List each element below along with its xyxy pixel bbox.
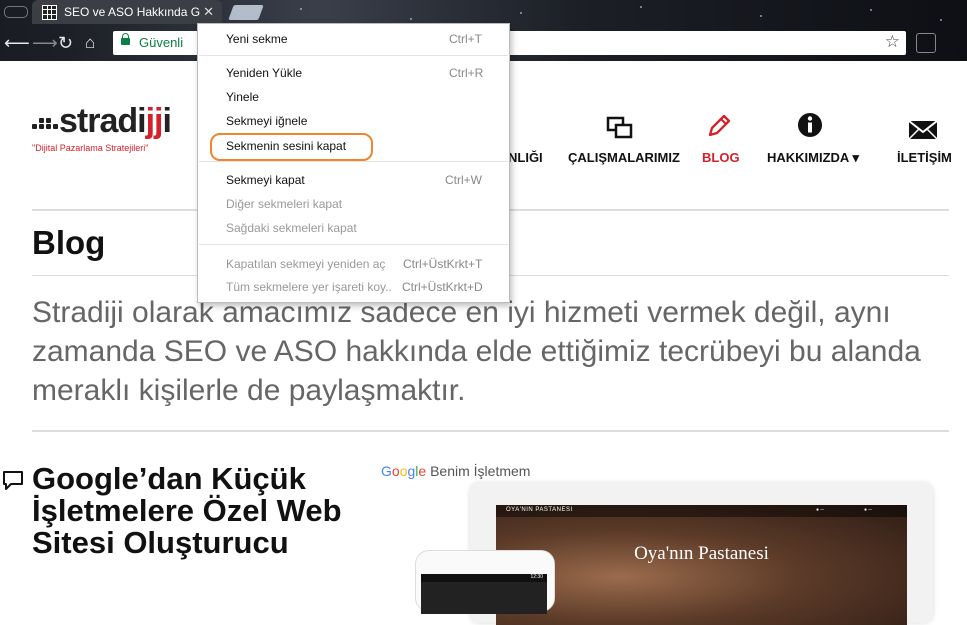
extension-icon[interactable] — [916, 33, 936, 53]
nav-item-about[interactable]: HAKKIMIZDA ▾ — [767, 150, 859, 166]
shortcut-label: Ctrl+ÜstKrkt+T — [403, 257, 483, 271]
menu-item-pin-tab[interactable]: Sekmeyi iğnele — [226, 114, 307, 128]
tab-context-menu: Yeni sekme Ctrl+T Yeniden Yükle Ctrl+R Y… — [197, 23, 510, 303]
mock-phone-time: 12:30 — [530, 574, 543, 580]
menu-separator — [199, 161, 508, 162]
tab-active[interactable]: SEO ve ASO Hakkında G ✕ — [32, 0, 222, 24]
menu-item-close-tab[interactable]: Sekmeyi kapat — [226, 173, 305, 187]
mock-title: Oya'nın Pastanesi — [634, 543, 769, 564]
mute-tab-highlight — [210, 133, 373, 161]
post-title-link[interactable]: Google’dan Küçük İşletmelere Özel Web Si… — [32, 463, 352, 559]
tab-title: SEO ve ASO Hakkında G — [64, 5, 201, 19]
logo-dots-icon — [32, 118, 60, 136]
nav-item-partial[interactable]: NLIĞI — [508, 150, 543, 165]
shortcut-label: Ctrl+T — [449, 32, 482, 46]
menu-separator — [199, 55, 508, 56]
reload-icon[interactable]: ↻ — [58, 33, 73, 53]
phone-mockup-image: 12:30 — [415, 550, 555, 614]
background-star — [640, 6, 642, 8]
intro-text: Stradiji olarak amacımız sadece en iyi h… — [32, 296, 921, 407]
background-star — [870, 9, 872, 11]
background-star — [300, 8, 302, 10]
menu-item-reload[interactable]: Yeniden Yükle — [226, 66, 302, 80]
screens-icon — [606, 116, 633, 139]
incognito-icon — [4, 6, 28, 18]
secure-label: Güvenli — [139, 35, 184, 50]
lock-icon — [121, 33, 130, 45]
back-arrow-icon[interactable]: ⟵ — [4, 33, 30, 53]
home-icon[interactable]: ⌂ — [85, 33, 95, 53]
comment-icon — [3, 471, 23, 490]
close-icon[interactable]: ✕ — [203, 4, 214, 20]
mock-brand: OYA'NIN PASTANESI — [506, 507, 573, 513]
image-caption: Google Benim İşletmem — [381, 463, 531, 479]
page-title: Blog — [32, 224, 106, 261]
logo-wordmark: stradijji — [59, 102, 172, 140]
shortcut-label: Ctrl+R — [449, 66, 484, 80]
nav-item-projects[interactable]: ÇALIŞMALARIMIZ — [568, 150, 680, 165]
menu-item-close-other-tabs[interactable]: Diğer sekmeleri kapat — [226, 197, 342, 211]
shortcut-label: Ctrl+ÜstKrkt+D — [402, 280, 483, 294]
menu-separator — [199, 244, 508, 245]
info-icon — [798, 113, 822, 137]
background-star — [940, 19, 942, 21]
divider — [32, 430, 949, 432]
menu-item-new-tab[interactable]: Yeni sekme — [226, 32, 288, 46]
menu-item-duplicate[interactable]: Yinele — [226, 90, 259, 104]
envelope-icon — [908, 120, 938, 140]
mock-phone-icon: ● ─ — [864, 507, 872, 513]
logo-tagline: "Dijital Pazarlama Stratejileri" — [32, 143, 149, 153]
background-star — [410, 18, 412, 20]
forward-arrow-icon[interactable]: ⟶ — [32, 33, 58, 53]
menu-item-reopen-closed-tab[interactable]: Kapatılan sekmeyi yeniden aç — [226, 257, 385, 271]
pencil-icon — [708, 114, 731, 137]
nav-item-blog[interactable]: BLOG — [702, 150, 740, 165]
menu-item-bookmark-all-tabs[interactable]: Tüm sekmelere yer işareti koy... — [226, 280, 391, 294]
laptop-screen: OYA'NIN PASTANESI ● ─ ● ─ Oya'nın Pastan… — [496, 505, 907, 625]
favicon-icon — [42, 4, 57, 20]
background-star — [520, 12, 522, 14]
background-star — [760, 15, 762, 17]
mock-nav-icon: ● ─ — [816, 507, 824, 513]
menu-item-close-tabs-right[interactable]: Sağdaki sekmeleri kapat — [226, 221, 357, 235]
new-tab-button[interactable] — [228, 5, 264, 20]
nav-item-contact[interactable]: İLETİŞİM — [897, 150, 952, 165]
shortcut-label: Ctrl+W — [445, 173, 482, 187]
bookmark-star-icon[interactable]: ☆ — [885, 32, 900, 52]
